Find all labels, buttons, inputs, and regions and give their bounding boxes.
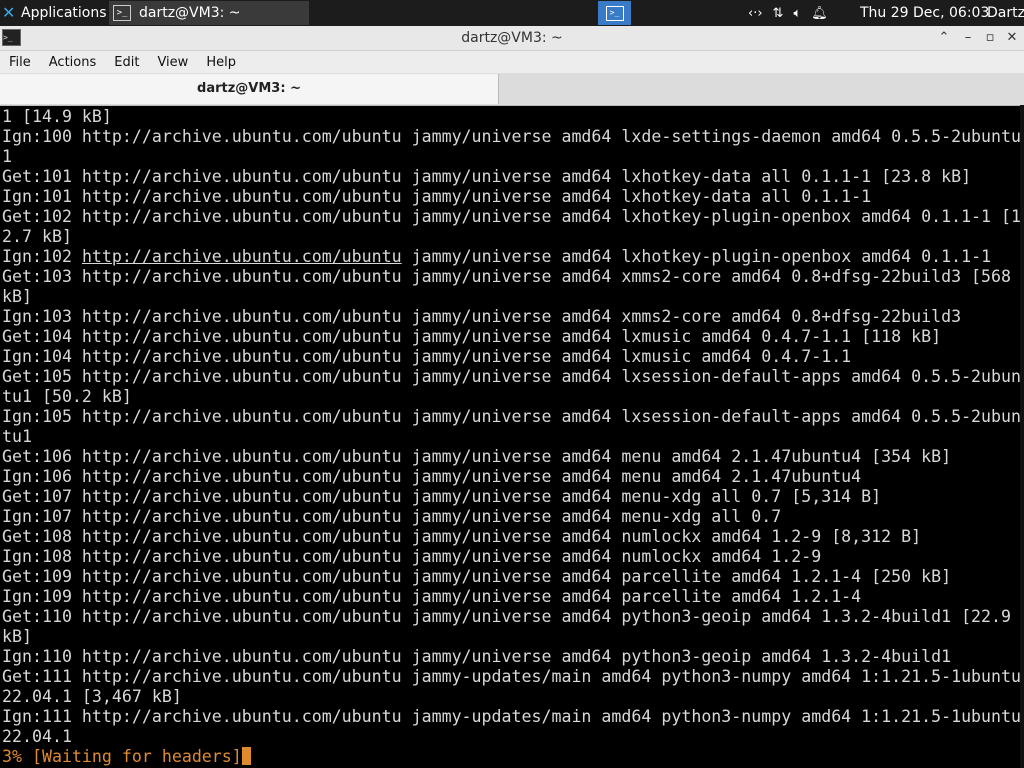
window-titlebar[interactable]: >_ dartz@VM3: ~ ⌃ – ▫ ✕ [0, 26, 1024, 51]
terminal-line: Get:106 http://archive.ubuntu.com/ubuntu… [2, 447, 952, 466]
terminal-line: Get:104 http://archive.ubuntu.com/ubuntu… [2, 327, 942, 346]
taskbar-item-label: dartz@VM3: ~ [139, 5, 241, 21]
applications-label: Applications [21, 5, 107, 21]
menu-actions[interactable]: Actions [40, 55, 106, 70]
close-button[interactable]: ✕ [1004, 29, 1020, 47]
terminal-line: 22.04.1 [3,467 kB] [2, 687, 182, 706]
shade-button[interactable]: ⌃ [936, 29, 952, 47]
terminal-line: tu1 [2, 427, 32, 446]
system-tray: ‹·› ⇅ 🔈︎ 🔔︎ [748, 0, 828, 26]
window-title: dartz@VM3: ~ [461, 30, 563, 46]
progress-text: 3% [Waiting for headers] [2, 747, 242, 766]
terminal-output[interactable]: 1 [14.9 kB] Ign:100 http://archive.ubuntu… [2, 107, 1020, 768]
terminal-line: Ign:109 http://archive.ubuntu.com/ubuntu… [2, 587, 862, 606]
terminal-line: 2.7 kB] [2, 227, 72, 246]
terminal-icon: >_ [113, 5, 131, 21]
terminal-line: Ign:106 http://archive.ubuntu.com/ubuntu… [2, 467, 862, 486]
progress-line: 3% [Waiting for headers] [2, 747, 1020, 767]
terminal-line: Get:101 http://archive.ubuntu.com/ubuntu… [2, 167, 972, 186]
terminal-line: kB] [2, 627, 32, 646]
maximize-button[interactable]: ▫ [982, 29, 998, 47]
terminal-line: Ign:110 http://archive.ubuntu.com/ubuntu… [2, 647, 952, 666]
menubar: File Actions Edit View Help [0, 51, 1024, 73]
terminal-line: 1 [2, 147, 12, 166]
workspace-button[interactable]: >_ [598, 1, 631, 25]
terminal-scrollbar[interactable] [1020, 105, 1024, 768]
applications-menu-button[interactable]: ✕ Applications ☰ [0, 0, 121, 26]
terminal-line: Get:108 http://archive.ubuntu.com/ubuntu… [2, 527, 922, 546]
terminal-line: Get:111 http://archive.ubuntu.com/ubuntu… [2, 667, 1020, 686]
terminal-line: Ign:108 http://archive.ubuntu.com/ubuntu… [2, 547, 822, 566]
terminal-icon: >_ [605, 5, 624, 21]
taskbar-item-terminal[interactable]: >_ dartz@VM3: ~ [109, 1, 309, 25]
terminal-line: Get:105 http://archive.ubuntu.com/ubuntu… [2, 367, 1020, 386]
menu-file[interactable]: File [0, 55, 40, 70]
terminal-line: Get:107 http://archive.ubuntu.com/ubuntu… [2, 487, 882, 506]
top-panel: ✕ Applications ☰ >_ dartz@VM3: ~ >_ ‹·› … [0, 0, 1024, 26]
menu-edit[interactable]: Edit [105, 55, 148, 70]
terminal-line: kB] [2, 287, 32, 306]
clock[interactable]: Thu 29 Dec, 06:03 [860, 0, 989, 26]
terminal-line: tu1 [50.2 kB] [2, 387, 132, 406]
terminal-line: Ign:103 http://archive.ubuntu.com/ubuntu… [2, 307, 962, 326]
terminal-cursor [241, 747, 251, 765]
transfer-icon[interactable]: ⇅ [773, 6, 784, 21]
tab-terminal[interactable]: dartz@VM3: ~ [0, 74, 499, 104]
menu-help[interactable]: Help [197, 55, 245, 70]
terminal-line: Ign:104 http://archive.ubuntu.com/ubuntu… [2, 347, 852, 366]
terminal-line: Ign:105 http://archive.ubuntu.com/ubuntu… [2, 407, 1020, 426]
network-icon[interactable]: ‹·› [748, 6, 763, 21]
user-menu[interactable]: Dartz [987, 0, 1024, 26]
terminal-line: Ign:101 http://archive.ubuntu.com/ubuntu… [2, 187, 872, 206]
terminal-line: Ign:102 http://archive.ubuntu.com/ubuntu… [2, 247, 992, 266]
terminal-line: Ign:107 http://archive.ubuntu.com/ubuntu… [2, 507, 782, 526]
terminal-line: Ign:100 http://archive.ubuntu.com/ubuntu… [2, 127, 1020, 146]
xfce-logo-icon: ✕ [2, 3, 16, 22]
terminal-line: Get:102 http://archive.ubuntu.com/ubuntu… [2, 207, 1020, 226]
minimize-button[interactable]: – [960, 29, 976, 47]
terminal-line: 22.04.1 [2, 727, 72, 746]
terminal-link[interactable]: http://archive.ubuntu.com/ubuntu [82, 247, 402, 266]
notification-bell-icon[interactable]: 🔔︎ [811, 6, 828, 21]
terminal-line: Get:110 http://archive.ubuntu.com/ubuntu… [2, 607, 1012, 626]
terminal-line: Get:109 http://archive.ubuntu.com/ubuntu… [2, 567, 952, 586]
tab-bar: dartz@VM3: ~ [0, 73, 1024, 106]
menu-view[interactable]: View [148, 55, 197, 70]
terminal-line: Ign:111 http://archive.ubuntu.com/ubuntu… [2, 707, 1020, 726]
terminal-line: 1 [14.9 kB] [2, 107, 112, 126]
terminal-line: Get:103 http://archive.ubuntu.com/ubuntu… [2, 267, 1012, 286]
volume-icon[interactable]: 🔈︎ [793, 6, 801, 21]
